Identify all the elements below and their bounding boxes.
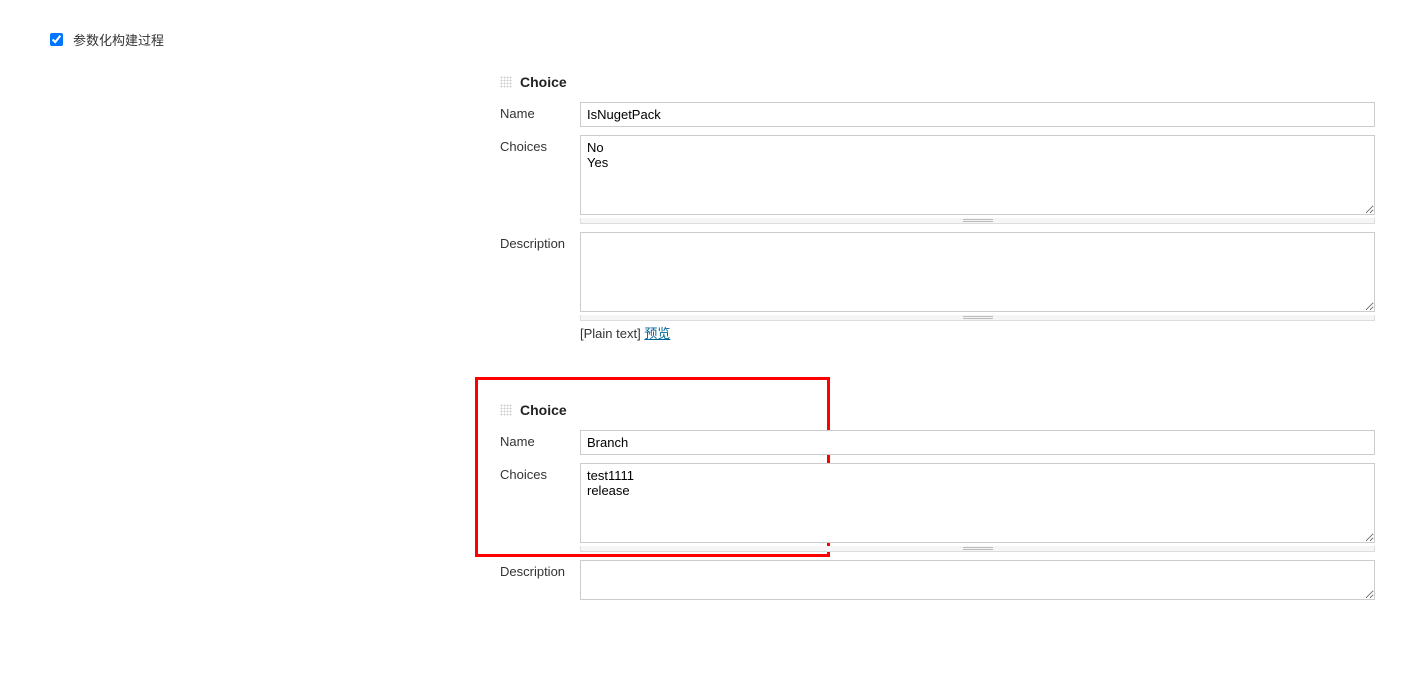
- parameters-container: Choice Name Choices No Yes Description […: [500, 74, 1375, 603]
- description-textarea[interactable]: [580, 232, 1375, 312]
- parameterize-build-checkbox[interactable]: [50, 33, 63, 46]
- choices-textarea[interactable]: test1111 release: [580, 463, 1375, 543]
- resize-handle[interactable]: [580, 546, 1375, 552]
- choices-textarea[interactable]: No Yes: [580, 135, 1375, 215]
- description-textarea[interactable]: [580, 560, 1375, 600]
- drag-handle-icon[interactable]: [500, 76, 512, 88]
- preview-link[interactable]: 预览: [644, 326, 670, 341]
- name-field-row: Name: [500, 430, 1375, 455]
- choices-label: Choices: [500, 135, 580, 154]
- name-field-row: Name: [500, 102, 1375, 127]
- format-text: [Plain text]: [580, 326, 641, 341]
- choices-field-row: Choices No Yes: [500, 135, 1375, 224]
- choices-field-row: Choices test1111 release: [500, 463, 1375, 552]
- choice-parameter-block: Choice Name Choices test1111 release Des…: [500, 402, 1375, 603]
- resize-handle[interactable]: [580, 218, 1375, 224]
- name-input[interactable]: [580, 430, 1375, 455]
- parameterize-build-label: 参数化构建过程: [73, 30, 164, 49]
- description-label: Description: [500, 232, 580, 251]
- parameterize-build-row: 参数化构建过程: [50, 30, 1375, 49]
- description-field-row: Description [Plain text] 预览: [500, 232, 1375, 342]
- name-label: Name: [500, 430, 580, 449]
- parameter-type-label: Choice: [520, 74, 567, 90]
- resize-handle[interactable]: [580, 315, 1375, 321]
- choices-label: Choices: [500, 463, 580, 482]
- parameter-type-label: Choice: [520, 402, 567, 418]
- parameter-header: Choice: [500, 402, 1375, 418]
- drag-handle-icon[interactable]: [500, 404, 512, 416]
- name-input[interactable]: [580, 102, 1375, 127]
- description-label: Description: [500, 560, 580, 579]
- name-label: Name: [500, 102, 580, 121]
- parameter-header: Choice: [500, 74, 1375, 90]
- choice-parameter-block: Choice Name Choices No Yes Description […: [500, 74, 1375, 342]
- description-help-row: [Plain text] 预览: [580, 323, 1375, 342]
- description-field-row: Description: [500, 560, 1375, 603]
